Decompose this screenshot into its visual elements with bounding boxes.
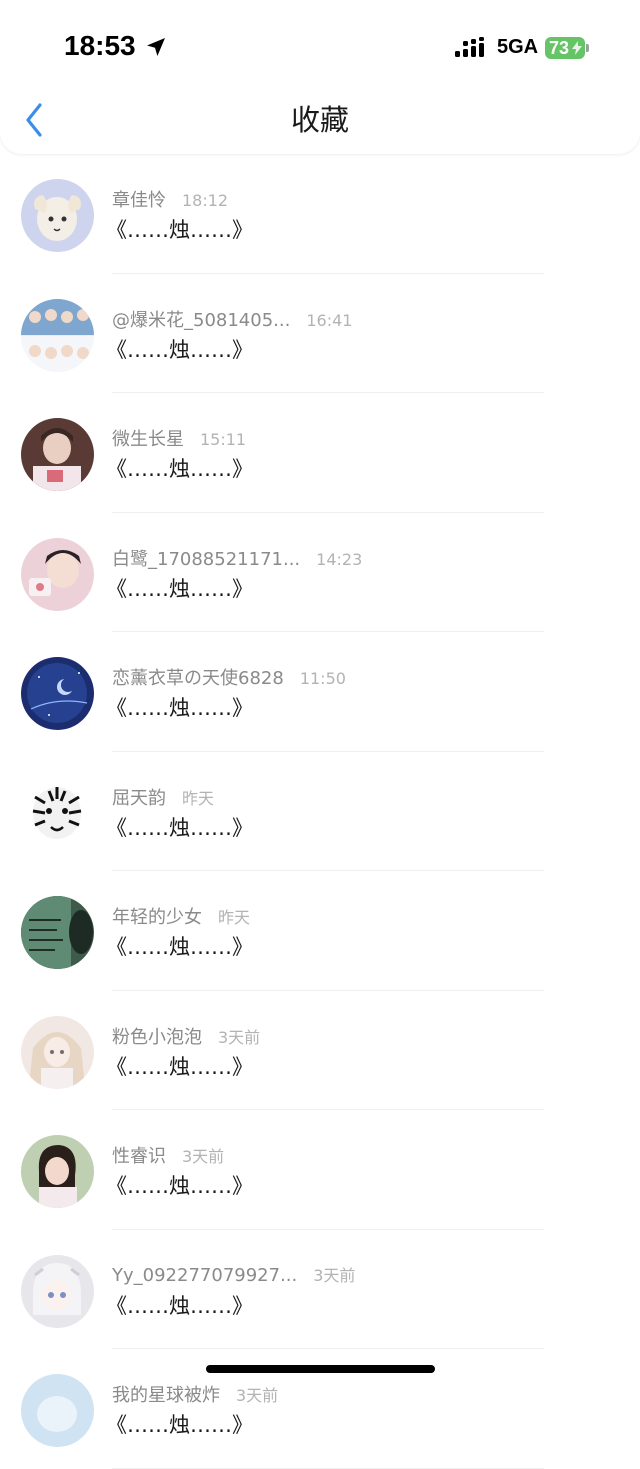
timestamp: 3天前 <box>182 1147 225 1166</box>
avatar[interactable] <box>21 537 94 611</box>
timestamp: 昨天 <box>182 788 215 808</box>
item-header: 白鹭_17088521171... 14:23 <box>112 545 362 571</box>
avatar[interactable] <box>21 1374 94 1447</box>
item-header: 恋薰衣草の天使6828 11:50 <box>112 664 346 690</box>
timestamp: 11:50 <box>299 669 346 688</box>
avatar[interactable] <box>21 298 94 372</box>
list-item[interactable]: 粉色小泡泡 3天前 《……烛……》 <box>0 991 640 1110</box>
author-name: 白鹭_17088521171... <box>112 548 301 570</box>
list-item[interactable]: 白鹭_17088521171... 14:23 《……烛……》 <box>0 513 640 632</box>
charging-bolt-icon <box>572 41 582 55</box>
list-item[interactable]: 年轻的少女 昨天 《……烛……》 <box>0 871 640 991</box>
author-name: 我的星球被炸 <box>112 1385 220 1406</box>
item-header: 我的星球被炸 3天前 <box>112 1381 278 1407</box>
list-item[interactable]: Yy_092277079927... 3天前 《……烛……》 <box>0 1230 640 1349</box>
avatar[interactable] <box>21 1254 94 1328</box>
list-item[interactable]: 微生长星 15:11 《……烛……》 <box>0 393 640 513</box>
list-item[interactable]: @爆米花_5081405... 16:41 《……烛……》 <box>0 274 640 393</box>
favorites-list: 章佳怜 18:12 《……烛……》 @爆米花_5081405... 16:41 <box>0 154 640 1469</box>
author-name: 年轻的少女 <box>112 907 202 928</box>
author-name: 屈天韵 <box>112 787 166 809</box>
message-text: 《……烛……》 <box>106 1054 253 1079</box>
message-text: 《……烛……》 <box>106 576 253 601</box>
author-name: 恋薰衣草の天使6828 <box>112 668 284 689</box>
timestamp: 15:11 <box>200 430 247 449</box>
battery-indicator: 73 <box>545 37 585 59</box>
item-header: 性睿识 3天前 <box>112 1142 224 1168</box>
avatar[interactable] <box>21 1015 94 1089</box>
author-name: 粉色小泡泡 <box>112 1026 202 1048</box>
item-header: 章佳怜 18:12 <box>112 186 228 212</box>
header: 18:53 5GA 73 收藏 <box>0 0 640 154</box>
status-bar: 18:53 5GA 73 <box>0 0 640 96</box>
author-name: 性睿识 <box>112 1146 166 1167</box>
author-name: Yy_092277079927... <box>112 1264 298 1286</box>
status-time: 18:53 <box>64 30 136 61</box>
author-name: @爆米花_5081405... <box>112 309 291 331</box>
battery-cap <box>586 44 589 52</box>
timestamp: 16:41 <box>306 310 353 330</box>
timestamp: 3天前 <box>313 1265 356 1285</box>
page-title: 收藏 <box>290 103 349 137</box>
timestamp: 14:23 <box>316 549 363 569</box>
message-text: 《……烛……》 <box>106 1413 253 1437</box>
home-indicator <box>206 1365 435 1373</box>
item-header: Yy_092277079927... 3天前 <box>112 1262 355 1286</box>
avatar[interactable] <box>21 657 94 730</box>
avatar[interactable] <box>21 896 94 969</box>
message-text: 《……烛……》 <box>106 696 253 720</box>
location-arrow-icon <box>147 38 165 56</box>
avatar[interactable] <box>21 179 94 252</box>
battery-level: 73 <box>549 38 570 58</box>
list-item[interactable]: 屈天韵 昨天 《……烛……》 <box>0 752 640 871</box>
list-item[interactable]: 性睿识 3天前 《……烛……》 <box>0 1110 640 1230</box>
author-name: 微生长星 <box>112 429 184 450</box>
message-text: 《……烛……》 <box>106 218 253 242</box>
timestamp: 昨天 <box>218 908 251 927</box>
divider <box>112 1467 544 1469</box>
timestamp: 3天前 <box>236 1386 279 1405</box>
message-text: 《……烛……》 <box>106 815 253 840</box>
item-header: 年轻的少女 昨天 <box>112 903 250 929</box>
list-item[interactable]: 恋薰衣草の天使6828 11:50 《……烛……》 <box>0 632 640 752</box>
item-header: 屈天韵 昨天 <box>112 784 214 810</box>
message-text: 《……烛……》 <box>106 1293 253 1318</box>
timestamp: 3天前 <box>218 1027 261 1047</box>
item-header: 微生长星 15:11 <box>112 425 246 451</box>
message-text: 《……烛……》 <box>106 337 253 362</box>
list-item[interactable]: 章佳怜 18:12 《……烛……》 <box>0 154 640 274</box>
signal-dots-icon <box>455 37 484 57</box>
message-text: 《……烛……》 <box>106 1174 253 1198</box>
timestamp: 18:12 <box>182 191 229 210</box>
avatar[interactable] <box>21 1135 94 1208</box>
item-header: 粉色小泡泡 3天前 <box>112 1023 260 1049</box>
network-type: 5GA <box>497 36 539 58</box>
item-header: @爆米花_5081405... 16:41 <box>112 306 352 332</box>
message-text: 《……烛……》 <box>106 457 253 481</box>
avatar[interactable] <box>21 776 94 850</box>
author-name: 章佳怜 <box>112 190 166 211</box>
avatar[interactable] <box>21 418 94 491</box>
message-text: 《……烛……》 <box>106 935 253 959</box>
